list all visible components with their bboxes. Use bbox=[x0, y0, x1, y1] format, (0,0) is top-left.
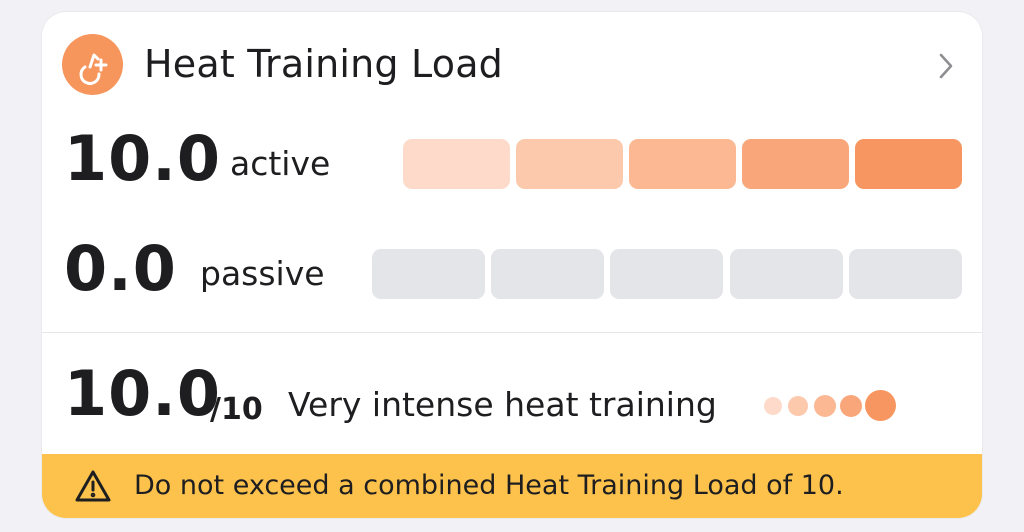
passive-segment-5 bbox=[849, 249, 962, 299]
combined-description: Very intense heat training bbox=[288, 385, 717, 424]
active-segment-1 bbox=[403, 139, 510, 189]
active-segment-5 bbox=[855, 139, 962, 189]
active-label: active bbox=[230, 144, 331, 183]
combined-out-of: /10 bbox=[210, 392, 263, 427]
intensity-dot-2 bbox=[788, 396, 808, 416]
heat-training-icon bbox=[62, 34, 123, 95]
active-segment-3 bbox=[629, 139, 736, 189]
card-header[interactable]: Heat Training Load bbox=[42, 12, 982, 116]
intensity-dot-4 bbox=[840, 395, 862, 417]
combined-value: 10.0 bbox=[64, 357, 221, 430]
intensity-dot-5 bbox=[865, 390, 896, 421]
passive-label: passive bbox=[200, 254, 325, 293]
passive-segment-3 bbox=[610, 249, 723, 299]
passive-segment-2 bbox=[491, 249, 604, 299]
passive-segment-1 bbox=[372, 249, 485, 299]
passive-value: 0.0 bbox=[64, 232, 177, 305]
active-row: 10.0 active bbox=[42, 116, 982, 226]
active-segment-4 bbox=[742, 139, 849, 189]
active-segment-2 bbox=[516, 139, 623, 189]
card-title: Heat Training Load bbox=[144, 42, 503, 86]
chevron-right-icon[interactable] bbox=[934, 50, 958, 82]
warning-banner: Do not exceed a combined Heat Training L… bbox=[42, 454, 982, 518]
passive-row: 0.0 passive bbox=[42, 226, 982, 332]
intensity-dot-3 bbox=[814, 395, 836, 417]
active-value: 10.0 bbox=[64, 122, 221, 195]
warning-triangle-icon bbox=[75, 470, 111, 502]
intensity-dot-1 bbox=[764, 397, 782, 415]
passive-segment-4 bbox=[730, 249, 843, 299]
warning-text: Do not exceed a combined Heat Training L… bbox=[134, 470, 844, 501]
heat-training-load-card[interactable]: Heat Training Load 10.0 active 0.0 passi… bbox=[42, 12, 982, 518]
combined-row: 10.0 /10 Very intense heat training bbox=[42, 333, 982, 454]
